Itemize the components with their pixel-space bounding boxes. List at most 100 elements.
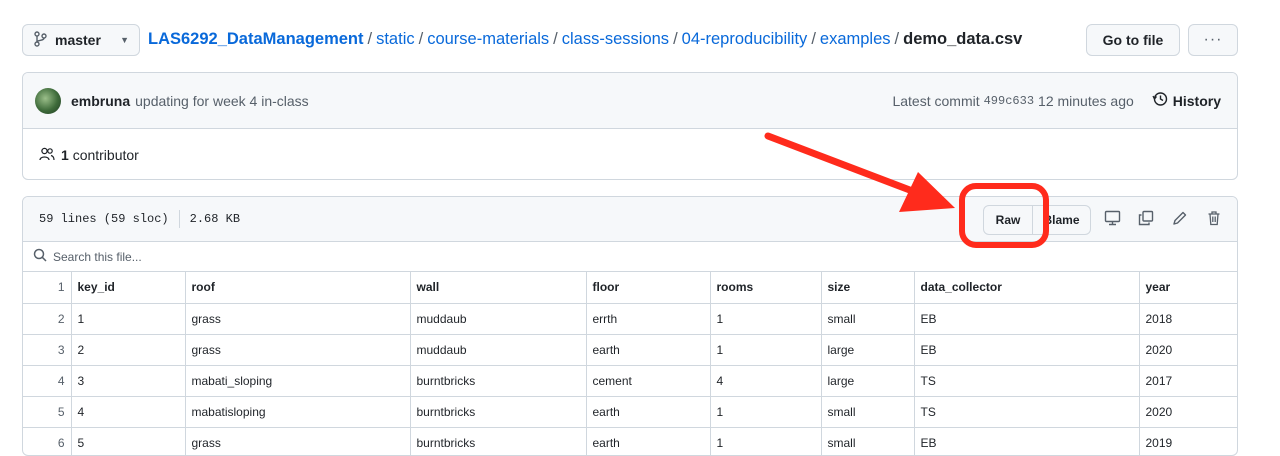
table-cell: 1 bbox=[709, 303, 821, 335]
table-row: 2 1 grass muddaub errth 1 small EB 2018 bbox=[23, 303, 1237, 335]
table-row: 3 2 grass muddaub earth 1 large EB 2020 bbox=[23, 334, 1237, 366]
branch-icon bbox=[33, 30, 47, 50]
breadcrumb-repo-link[interactable]: LAS6292_DataManagement bbox=[148, 30, 364, 48]
table-cell: cement bbox=[585, 365, 710, 397]
line-number[interactable]: 6 bbox=[23, 427, 71, 455]
column-header: data_collector bbox=[913, 272, 1139, 304]
table-cell: burntbricks bbox=[409, 427, 586, 455]
line-number[interactable]: 3 bbox=[23, 334, 71, 366]
history-icon bbox=[1152, 91, 1168, 110]
avatar[interactable] bbox=[35, 87, 61, 114]
file-size: 2.68 KB bbox=[189, 212, 241, 226]
table-row: 5 4 mabatisloping burntbricks earth 1 small TS 2… bbox=[23, 396, 1237, 428]
column-header: roof bbox=[184, 272, 410, 304]
column-header: wall bbox=[409, 272, 586, 304]
raw-blame-group: Raw Blame bbox=[983, 205, 1091, 235]
line-number[interactable]: 2 bbox=[23, 303, 71, 335]
line-number[interactable]: 5 bbox=[23, 396, 71, 428]
table-cell: 1 bbox=[709, 427, 821, 455]
divider bbox=[178, 210, 180, 228]
table-cell: TS bbox=[913, 396, 1139, 428]
table-cell: large bbox=[820, 365, 914, 397]
table-cell: EB bbox=[913, 427, 1139, 455]
trash-icon[interactable] bbox=[1205, 209, 1223, 227]
table-cell: 5 bbox=[70, 427, 185, 455]
table-cell: small bbox=[820, 303, 914, 335]
search-file-input[interactable]: Search this file... bbox=[53, 250, 142, 264]
commit-message[interactable]: updating for week 4 in-class bbox=[135, 93, 309, 109]
table-cell: small bbox=[820, 396, 914, 428]
table-cell: grass bbox=[184, 303, 410, 335]
raw-button[interactable]: Raw bbox=[983, 205, 1033, 235]
copy-icon[interactable] bbox=[1137, 209, 1155, 227]
table-cell: grass bbox=[184, 427, 410, 455]
table-cell: 1 bbox=[70, 303, 185, 335]
line-number[interactable]: 4 bbox=[23, 365, 71, 397]
column-header: key_id bbox=[70, 272, 185, 304]
table-cell: 2017 bbox=[1138, 365, 1237, 397]
table-cell: mabatisloping bbox=[184, 396, 410, 428]
table-row: 6 5 grass burntbricks earth 1 small EB 2019 bbox=[23, 427, 1237, 455]
history-label: History bbox=[1172, 92, 1221, 109]
contributors-row[interactable]: 1 contributor bbox=[23, 129, 1237, 179]
column-header: size bbox=[820, 272, 914, 304]
search-icon bbox=[33, 248, 47, 265]
commit-time: 12 minutes ago bbox=[1038, 92, 1134, 109]
table-cell: 2020 bbox=[1138, 334, 1237, 366]
file-actions bbox=[1103, 209, 1223, 227]
file-viewer: 59 lines (59 sloc) 2.68 KB Raw Blame Sea… bbox=[22, 196, 1238, 456]
table-cell: 4 bbox=[709, 365, 821, 397]
csv-table: 1 key_id roof wall floor rooms size data… bbox=[23, 272, 1237, 455]
commit-author[interactable]: embruna bbox=[71, 93, 130, 109]
branch-selector-button[interactable]: master ▼ bbox=[22, 24, 140, 56]
breadcrumb-link-course-materials[interactable]: course-materials bbox=[427, 30, 549, 48]
table-cell: burntbricks bbox=[409, 396, 586, 428]
table-cell: large bbox=[820, 334, 914, 366]
table-cell: 3 bbox=[70, 365, 185, 397]
table-cell: mabati_sloping bbox=[184, 365, 410, 397]
column-header: rooms bbox=[709, 272, 821, 304]
history-link[interactable]: History bbox=[1152, 91, 1221, 110]
table-cell: muddaub bbox=[409, 334, 586, 366]
line-number: 1 bbox=[23, 272, 71, 304]
display-icon[interactable] bbox=[1103, 209, 1121, 227]
table-cell: 1 bbox=[709, 396, 821, 428]
latest-commit-row: embruna updating for week 4 in-class Lat… bbox=[23, 73, 1237, 129]
table-cell: 2019 bbox=[1138, 427, 1237, 455]
table-cell: 4 bbox=[70, 396, 185, 428]
contributor-count: 1 bbox=[61, 147, 69, 163]
breadcrumb-link-class-sessions[interactable]: class-sessions bbox=[562, 30, 669, 48]
chevron-down-icon: ▼ bbox=[120, 35, 129, 45]
table-cell: EB bbox=[913, 334, 1139, 366]
table-cell: TS bbox=[913, 365, 1139, 397]
kebab-icon[interactable]: ··· bbox=[1188, 24, 1238, 56]
file-line-count: 59 lines (59 sloc) bbox=[39, 212, 169, 226]
column-header: floor bbox=[585, 272, 710, 304]
commit-sha[interactable]: 499c633 bbox=[984, 94, 1034, 108]
go-to-file-button[interactable]: Go to file bbox=[1086, 24, 1180, 56]
table-cell: earth bbox=[585, 334, 710, 366]
table-row: 4 3 mabati_sloping burntbricks cement 4 large T… bbox=[23, 365, 1237, 397]
pencil-icon[interactable] bbox=[1171, 209, 1189, 227]
table-cell: 2 bbox=[70, 334, 185, 366]
breadcrumb: LAS6292_DataManagement / static / course-mat… bbox=[148, 30, 1023, 48]
branch-label: master bbox=[55, 32, 101, 48]
table-cell: muddaub bbox=[409, 303, 586, 335]
table-cell: small bbox=[820, 427, 914, 455]
table-cell: burntbricks bbox=[409, 365, 586, 397]
breadcrumb-link-examples[interactable]: examples bbox=[820, 30, 891, 48]
contributor-label: contributor bbox=[72, 147, 139, 163]
table-cell: earth bbox=[585, 427, 710, 455]
table-cell: EB bbox=[913, 303, 1139, 335]
table-cell: earth bbox=[585, 396, 710, 428]
table-cell: 2018 bbox=[1138, 303, 1237, 335]
blame-button[interactable]: Blame bbox=[1033, 205, 1091, 235]
table-cell: 1 bbox=[709, 334, 821, 366]
table-cell: 2020 bbox=[1138, 396, 1237, 428]
latest-commit-label: Latest commit bbox=[892, 92, 980, 109]
breadcrumb-link-04-reproducibility[interactable]: 04-reproducibility bbox=[682, 30, 808, 48]
table-header-row: 1 key_id roof wall floor rooms size data… bbox=[23, 272, 1237, 304]
search-file-bar[interactable]: Search this file... bbox=[23, 242, 1237, 272]
table-cell: errth bbox=[585, 303, 710, 335]
breadcrumb-link-static[interactable]: static bbox=[376, 30, 415, 48]
